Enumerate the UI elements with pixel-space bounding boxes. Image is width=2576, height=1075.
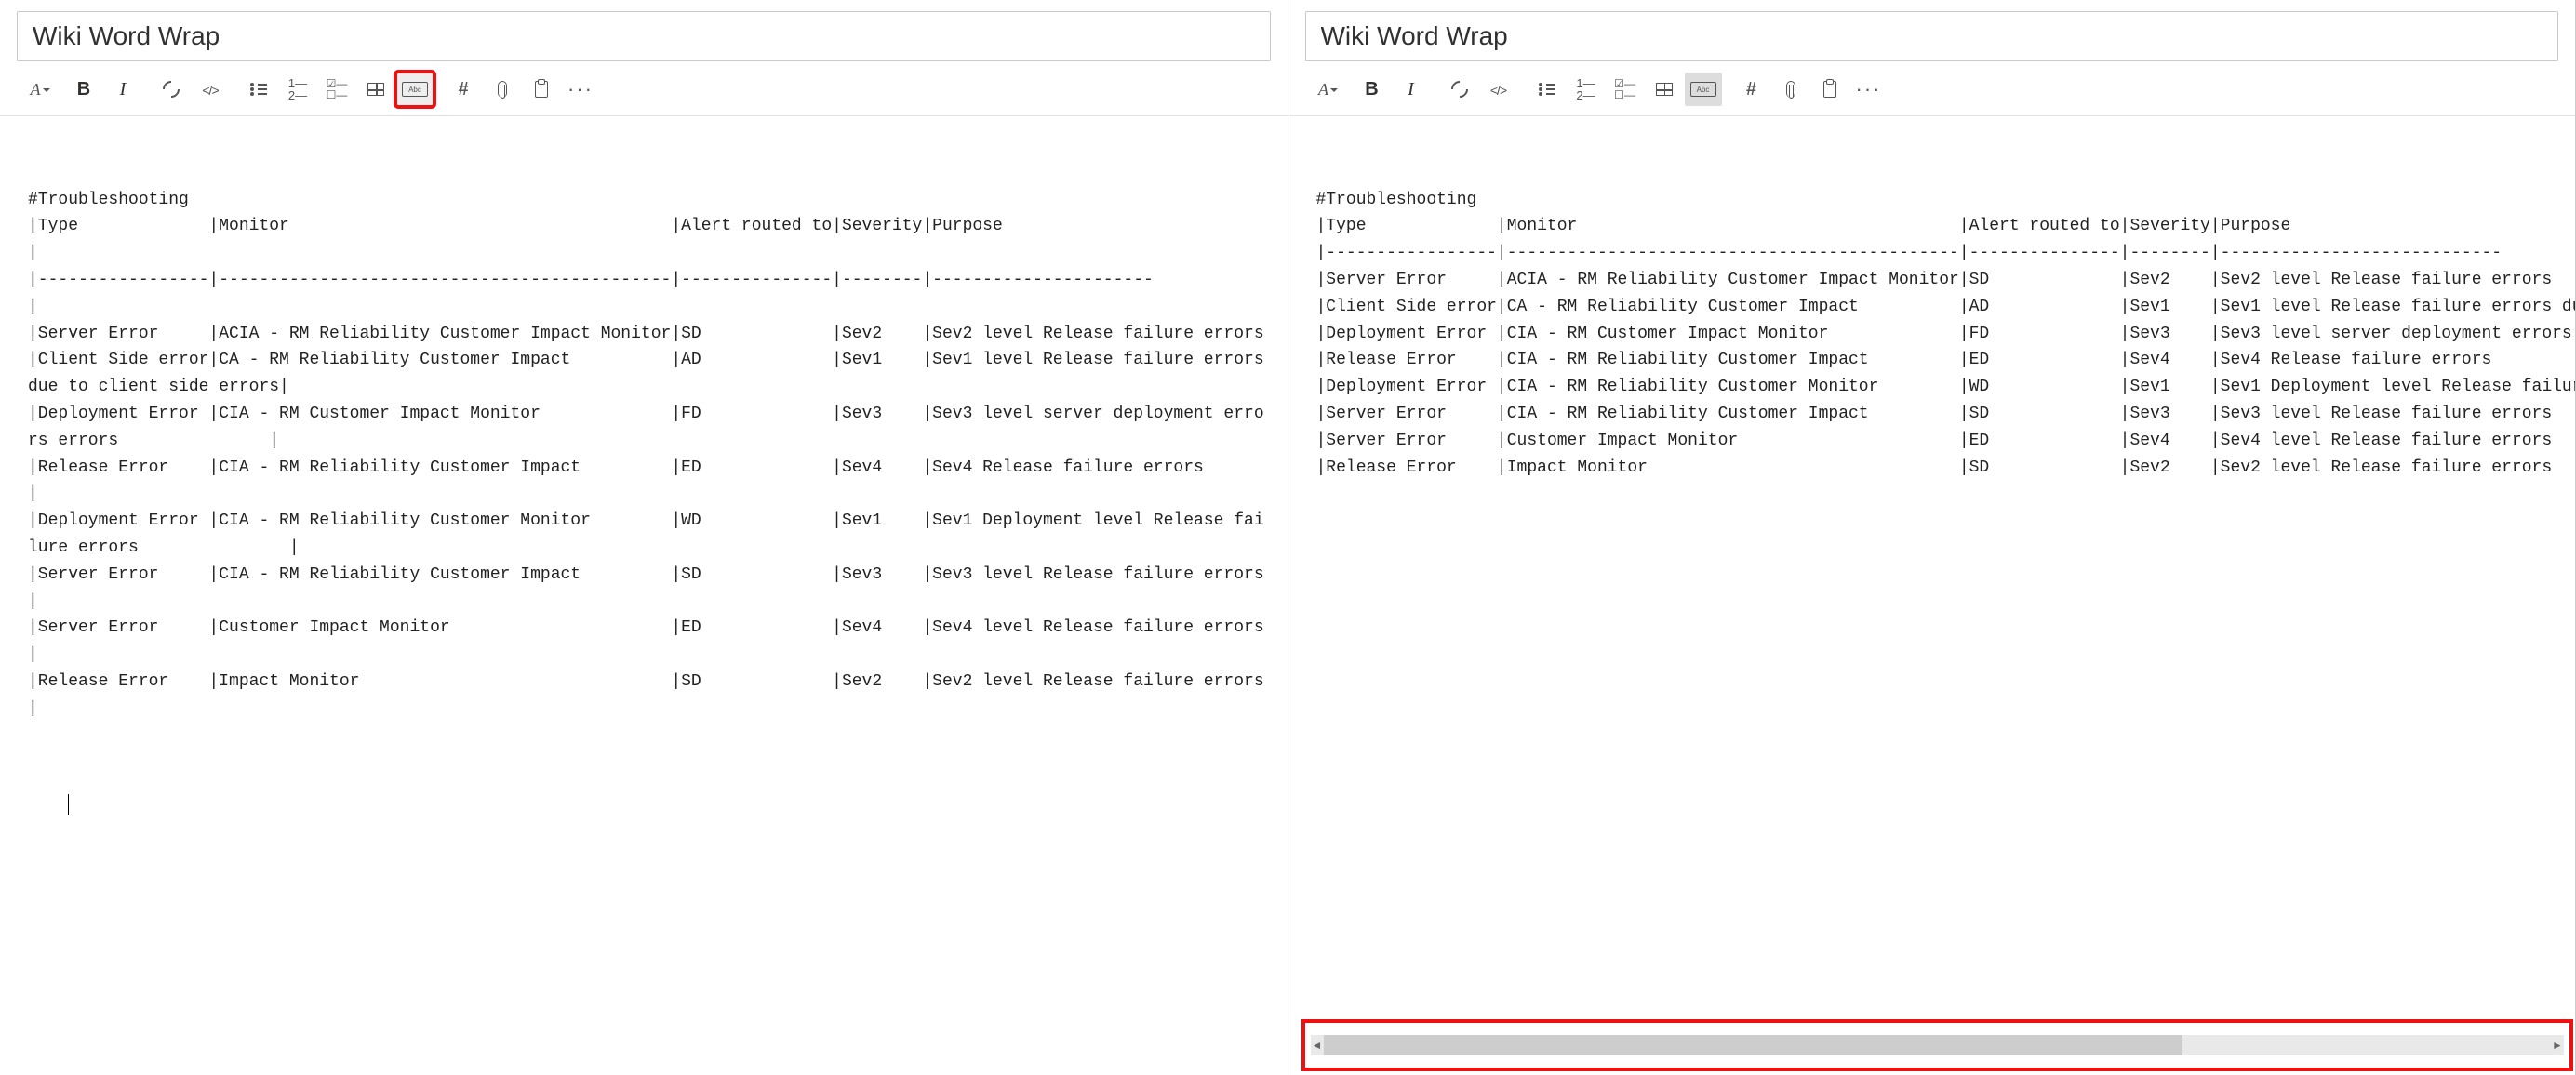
editor-pane-right: A B I 1—2— ☑—☐— Abc # #Troubleshooting |… — [1288, 0, 2576, 1075]
checklist-button[interactable]: ☑—☐— — [318, 73, 355, 106]
page-title-input[interactable] — [17, 11, 1271, 61]
bold-button[interactable]: B — [1354, 73, 1391, 106]
attach-icon — [498, 81, 507, 98]
editor-pane-left: A B I 1—2— ☑—☐— Abc # #Troubleshooting |… — [0, 0, 1288, 1075]
paste-button[interactable] — [1811, 73, 1849, 106]
title-container — [1288, 0, 2576, 67]
scroll-right-arrow[interactable]: ► — [2551, 1035, 2564, 1055]
checklist-button[interactable]: ☑—☐— — [1607, 73, 1644, 106]
table-button[interactable] — [357, 73, 394, 106]
word-wrap-button[interactable]: Abc — [396, 73, 434, 106]
hash-icon: # — [1746, 79, 1756, 100]
hash-icon: # — [458, 79, 468, 100]
title-container — [0, 0, 1288, 67]
text-format-button[interactable]: A — [1305, 73, 1342, 106]
more-button[interactable] — [562, 73, 599, 106]
link-button[interactable] — [153, 73, 190, 106]
mention-button[interactable]: # — [445, 73, 482, 106]
word-wrap-icon: Abc — [1690, 82, 1716, 97]
word-wrap-icon: Abc — [402, 82, 428, 97]
paste-icon — [535, 81, 548, 98]
code-button[interactable] — [192, 73, 229, 106]
bulleted-list-button[interactable] — [1528, 73, 1566, 106]
mention-button[interactable]: # — [1733, 73, 1770, 106]
link-icon — [1448, 77, 1471, 100]
table-icon — [367, 83, 384, 96]
attach-icon — [1786, 81, 1795, 98]
italic-button[interactable]: I — [1393, 73, 1430, 106]
code-icon — [202, 80, 218, 100]
table-button[interactable] — [1646, 73, 1683, 106]
link-button[interactable] — [1441, 73, 1478, 106]
horizontal-scrollbar[interactable] — [1324, 1035, 2552, 1055]
italic-button[interactable]: I — [104, 73, 141, 106]
code-icon — [1490, 80, 1506, 100]
scroll-left-arrow[interactable]: ◄ — [1311, 1035, 1324, 1055]
bulleted-list-icon — [1539, 83, 1555, 96]
page-title-input[interactable] — [1305, 11, 2559, 61]
code-button[interactable] — [1480, 73, 1517, 106]
text-format-button[interactable]: A — [17, 73, 54, 106]
paste-icon — [1823, 81, 1836, 98]
editor-text[interactable]: #Troubleshooting |Type |Monitor |Alert r… — [28, 187, 1271, 750]
numbered-list-button[interactable]: 1—2— — [279, 73, 316, 106]
checklist-icon: ☑—☐— — [327, 78, 348, 100]
bold-button[interactable]: B — [65, 73, 102, 106]
numbered-list-button[interactable]: 1—2— — [1568, 73, 1605, 106]
paste-button[interactable] — [523, 73, 560, 106]
editor-toolbar: A B I 1—2— ☑—☐— Abc # — [1288, 67, 2576, 116]
bulleted-list-button[interactable] — [240, 73, 277, 106]
attach-button[interactable] — [484, 73, 521, 106]
numbered-list-icon: 1—2— — [288, 77, 307, 101]
editor-content-wrapped[interactable]: #Troubleshooting |Type |Monitor |Alert r… — [0, 116, 1288, 1075]
more-button[interactable] — [1850, 73, 1888, 106]
more-icon — [567, 77, 594, 101]
table-icon — [1656, 83, 1673, 96]
word-wrap-button[interactable]: Abc — [1685, 73, 1722, 106]
checklist-icon: ☑—☐— — [1614, 78, 1635, 100]
link-icon — [159, 77, 182, 100]
text-cursor — [68, 794, 69, 815]
horizontal-scrollbar-highlight: ◄ ► — [1301, 1019, 2574, 1071]
attach-button[interactable] — [1772, 73, 1809, 106]
bulleted-list-icon — [250, 83, 267, 96]
editor-content-nowrap[interactable]: #Troubleshooting |Type |Monitor |Alert r… — [1288, 116, 2576, 1075]
editor-toolbar: A B I 1—2— ☑—☐— Abc # — [0, 67, 1288, 116]
numbered-list-icon: 1—2— — [1576, 77, 1595, 101]
scrollbar-thumb[interactable] — [1324, 1035, 2183, 1055]
more-icon — [1856, 77, 1882, 101]
editor-text[interactable]: #Troubleshooting |Type |Monitor |Alert r… — [1316, 187, 2559, 482]
